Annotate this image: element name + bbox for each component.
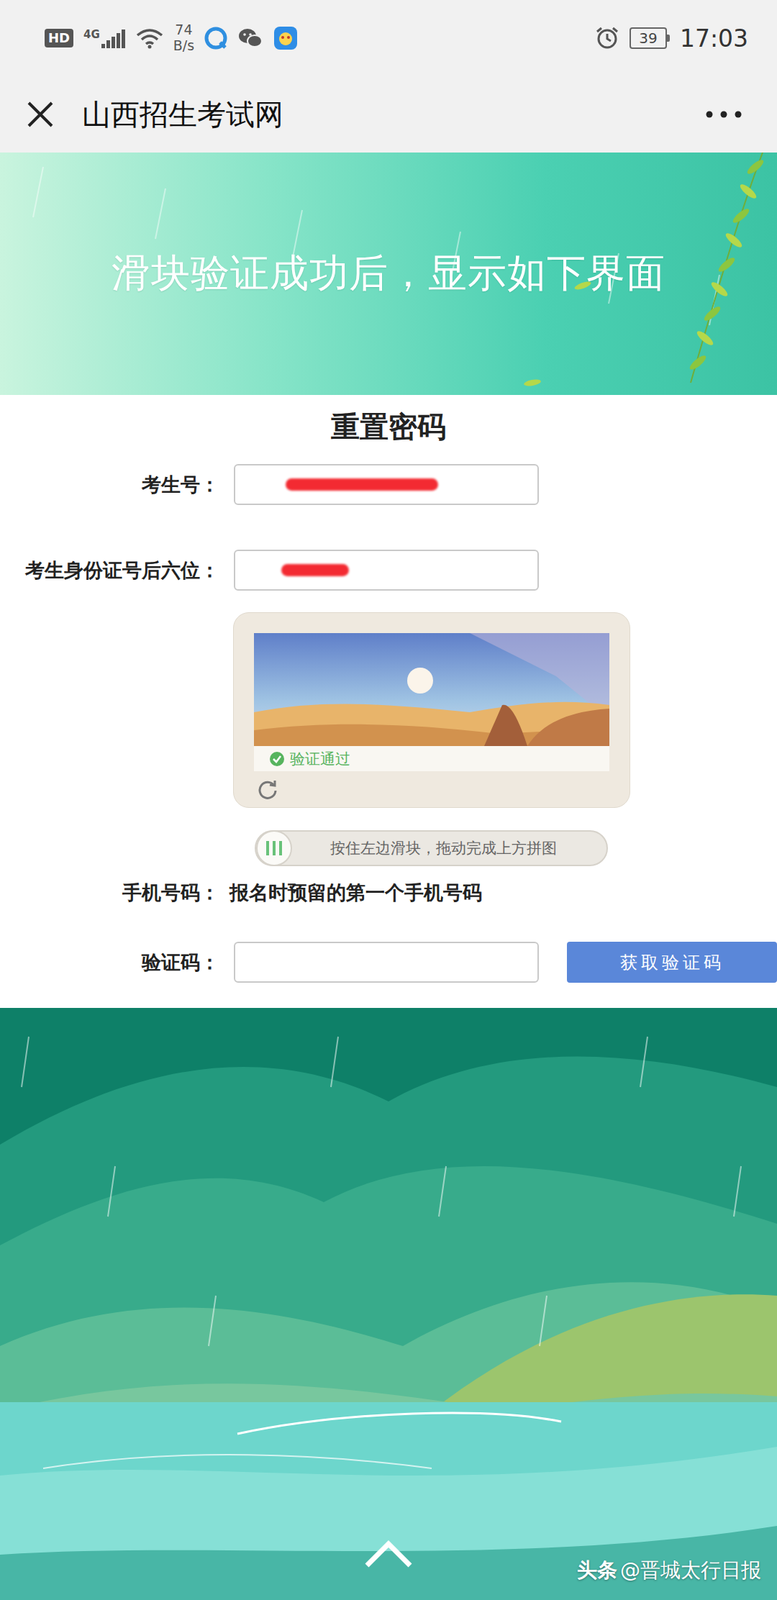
title-bar: 山西招生考试网 [0, 76, 777, 153]
page: HD 4G 74B/s 39 17:03 山西招生考试网滑块验证成功后，显示如下界面重置密… [0, 0, 777, 1600]
redaction-mark [281, 564, 349, 577]
game-app-icon [273, 25, 298, 51]
banner-text: 滑块验证成功后，显示如下界面 [111, 247, 666, 301]
captcha-status: 验证通过 [253, 746, 610, 772]
slider-handle[interactable] [256, 830, 293, 867]
code-label: 验证码： [0, 949, 220, 976]
net-speed: 74B/s [173, 22, 195, 54]
form-title: 重置密码 [0, 409, 777, 444]
hd-badge: HD [44, 28, 74, 48]
network-label: 4G [83, 28, 101, 42]
redaction-mark [285, 478, 439, 491]
grip-icon [265, 840, 283, 857]
form-row: 考生号： [0, 464, 777, 506]
watermark: 头条@晋城太行日报 [576, 1556, 762, 1585]
landscape-footer: 头条@晋城太行日报 [0, 1007, 777, 1600]
phone-row: 手机号码： 报名时预留的第一个手机号码 [0, 879, 777, 906]
scroll-up-icon[interactable] [363, 1539, 414, 1569]
speed-value: 74 [174, 22, 193, 39]
wechat-icon [237, 26, 264, 50]
battery: 39 [629, 27, 670, 49]
slider-hint: 按住左边滑块，拖动完成上方拼图 [292, 838, 607, 859]
check-icon [269, 751, 285, 767]
refresh-icon[interactable] [256, 778, 279, 801]
code-field-wrap [233, 941, 539, 983]
battery-level: 39 [629, 27, 667, 49]
phone-value: 报名时预留的第一个手机号码 [229, 879, 625, 906]
more-menu-icon[interactable] [705, 110, 743, 119]
field-wrap [233, 464, 539, 506]
watermark-author: @晋城太行日报 [620, 1556, 762, 1585]
field-label: 考生身份证号后六位： [0, 557, 220, 584]
close-icon[interactable] [25, 100, 55, 129]
status-bar: HD 4G 74B/s 39 17:03 [0, 0, 777, 77]
network: 4G [83, 28, 126, 49]
text-input[interactable] [233, 549, 539, 591]
captcha-status-text: 验证通过 [289, 748, 351, 770]
speed-unit: B/s [173, 38, 195, 54]
watermark-source: 头条 [576, 1556, 618, 1585]
phone-label: 手机号码： [0, 879, 220, 906]
code-input[interactable] [233, 941, 539, 983]
signal-icon [101, 28, 126, 49]
status-left: HD 4G 74B/s [44, 22, 298, 54]
get-code-button[interactable]: 获取验证码 [566, 941, 777, 983]
page-title: 山西招生考试网 [82, 94, 706, 135]
clock: 17:03 [679, 24, 749, 53]
alarm-icon [594, 25, 620, 51]
code-row: 验证码： 获取验证码 [0, 941, 777, 983]
reset-password-form: 重置密码考生号： 考生身份证号后六位： 验证通过按住左边滑块，拖动完成上方拼图手机号… [0, 394, 777, 1008]
captcha-panel: 验证通过 [233, 612, 631, 808]
slider-track: 按住左边滑块，拖动完成上方拼图 [254, 830, 608, 867]
form-row: 考生身份证号后六位： [0, 549, 777, 591]
banner: 滑块验证成功后，显示如下界面 [0, 152, 777, 395]
captcha-column: 验证通过按住左边滑块，拖动完成上方拼图 [233, 590, 777, 867]
captcha-picture [253, 633, 610, 747]
browser-app-icon [204, 26, 228, 50]
landscape-illustration [0, 1007, 777, 1600]
status-right: 39 17:03 [594, 24, 749, 53]
wifi-icon [135, 27, 164, 49]
field-label: 考生号： [0, 471, 220, 498]
field-wrap [233, 549, 539, 591]
